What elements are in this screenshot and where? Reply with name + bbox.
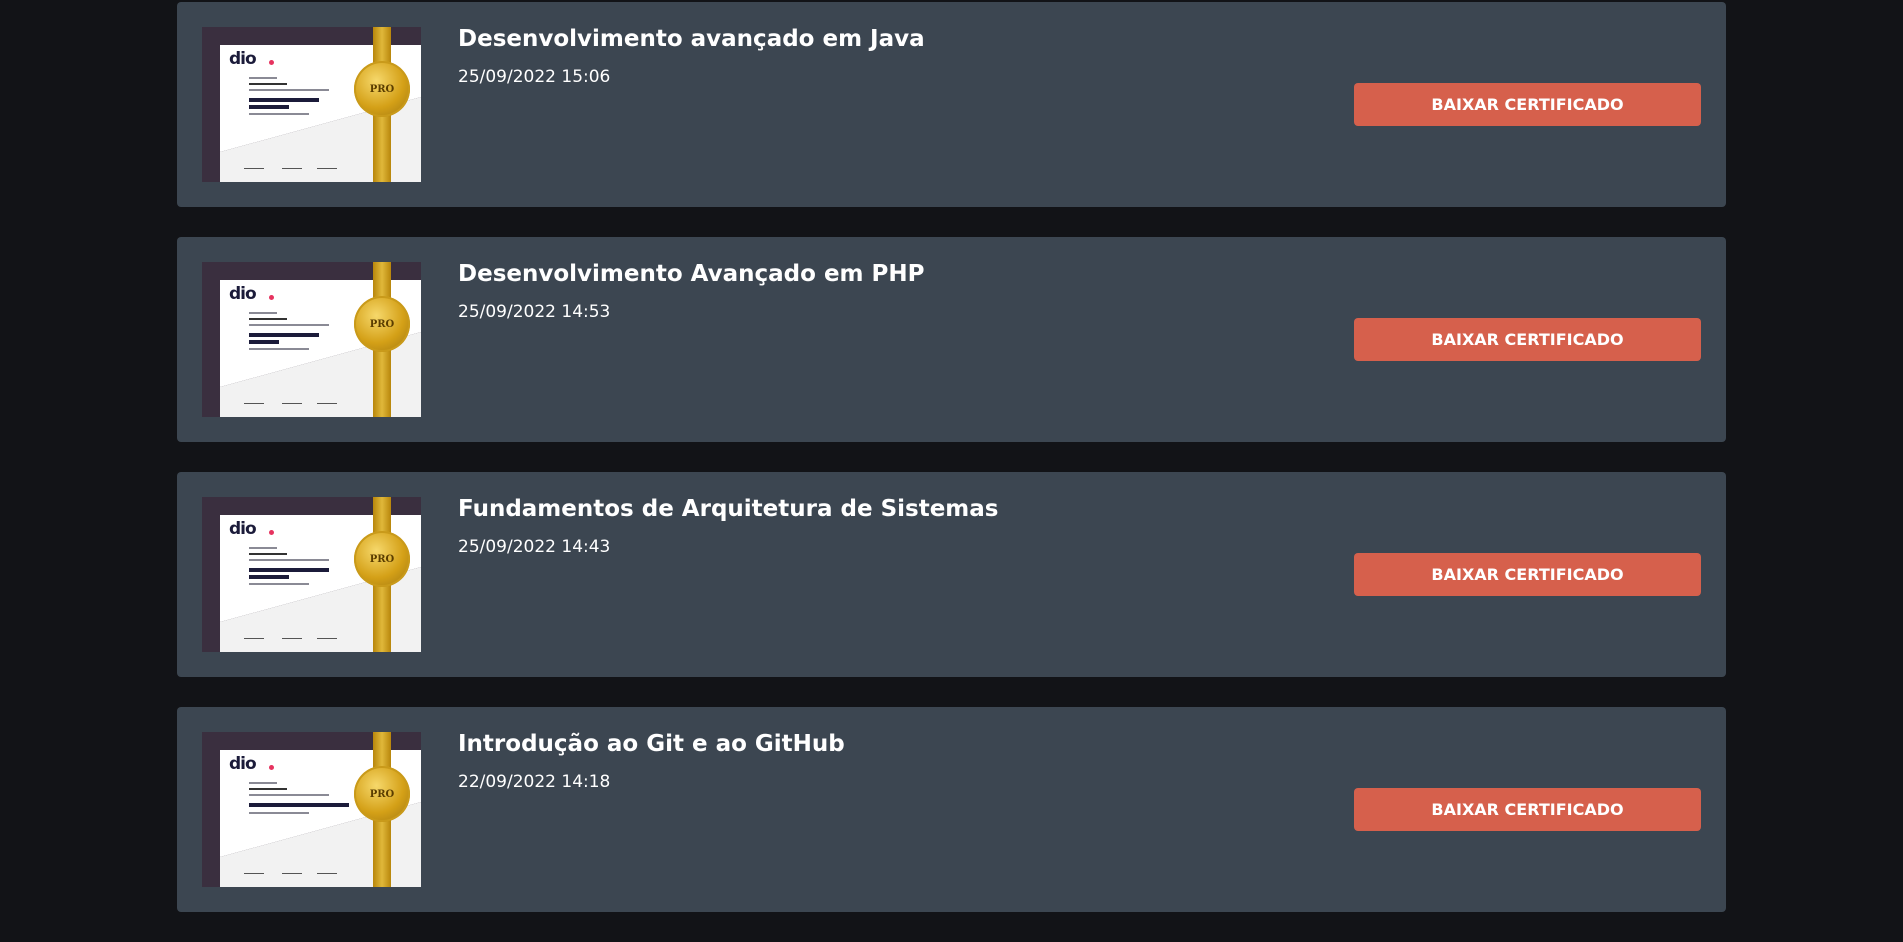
certificate-thumbnail[interactable]: dio PRO <box>202 497 421 652</box>
dio-logo: dio <box>229 284 257 304</box>
certificate-card: dio PRO Desenvolvimento Avançado em PHP … <box>177 237 1726 442</box>
pro-seal-icon: PRO <box>354 531 410 587</box>
certificate-card: dio PRO Desenvolvimento avançado em Java… <box>177 2 1726 207</box>
certificate-date: 25/09/2022 14:53 <box>458 302 611 322</box>
certificate-thumbnail[interactable]: dio PRO <box>202 27 421 182</box>
certificate-thumbnail[interactable]: dio PRO <box>202 262 421 417</box>
certificate-list: dio PRO Desenvolvimento avançado em Java… <box>177 2 1726 942</box>
certificate-date: 25/09/2022 14:43 <box>458 537 611 557</box>
certificate-title: Desenvolvimento Avançado em PHP <box>458 261 925 287</box>
download-certificate-button[interactable]: BAIXAR CERTIFICADO <box>1354 318 1701 361</box>
certificate-thumbnail[interactable]: dio PRO <box>202 732 421 887</box>
download-certificate-button[interactable]: BAIXAR CERTIFICADO <box>1354 553 1701 596</box>
certificate-title: Desenvolvimento avançado em Java <box>458 26 925 52</box>
certificate-date: 25/09/2022 15:06 <box>458 67 611 87</box>
download-certificate-button[interactable]: BAIXAR CERTIFICADO <box>1354 788 1701 831</box>
pro-seal-icon: PRO <box>354 296 410 352</box>
certificate-date: 22/09/2022 14:18 <box>458 772 611 792</box>
dio-logo: dio <box>229 754 257 774</box>
certificate-card: dio PRO Introdução ao Git e ao GitHub 22… <box>177 707 1726 912</box>
pro-seal-icon: PRO <box>354 766 410 822</box>
certificate-title: Fundamentos de Arquitetura de Sistemas <box>458 496 999 522</box>
pro-seal-icon: PRO <box>354 61 410 117</box>
dio-logo: dio <box>229 519 257 539</box>
certificate-card: dio PRO Fundamentos de Arquitetura de Si… <box>177 472 1726 677</box>
download-certificate-button[interactable]: BAIXAR CERTIFICADO <box>1354 83 1701 126</box>
dio-logo: dio <box>229 49 257 69</box>
certificate-title: Introdução ao Git e ao GitHub <box>458 731 845 757</box>
